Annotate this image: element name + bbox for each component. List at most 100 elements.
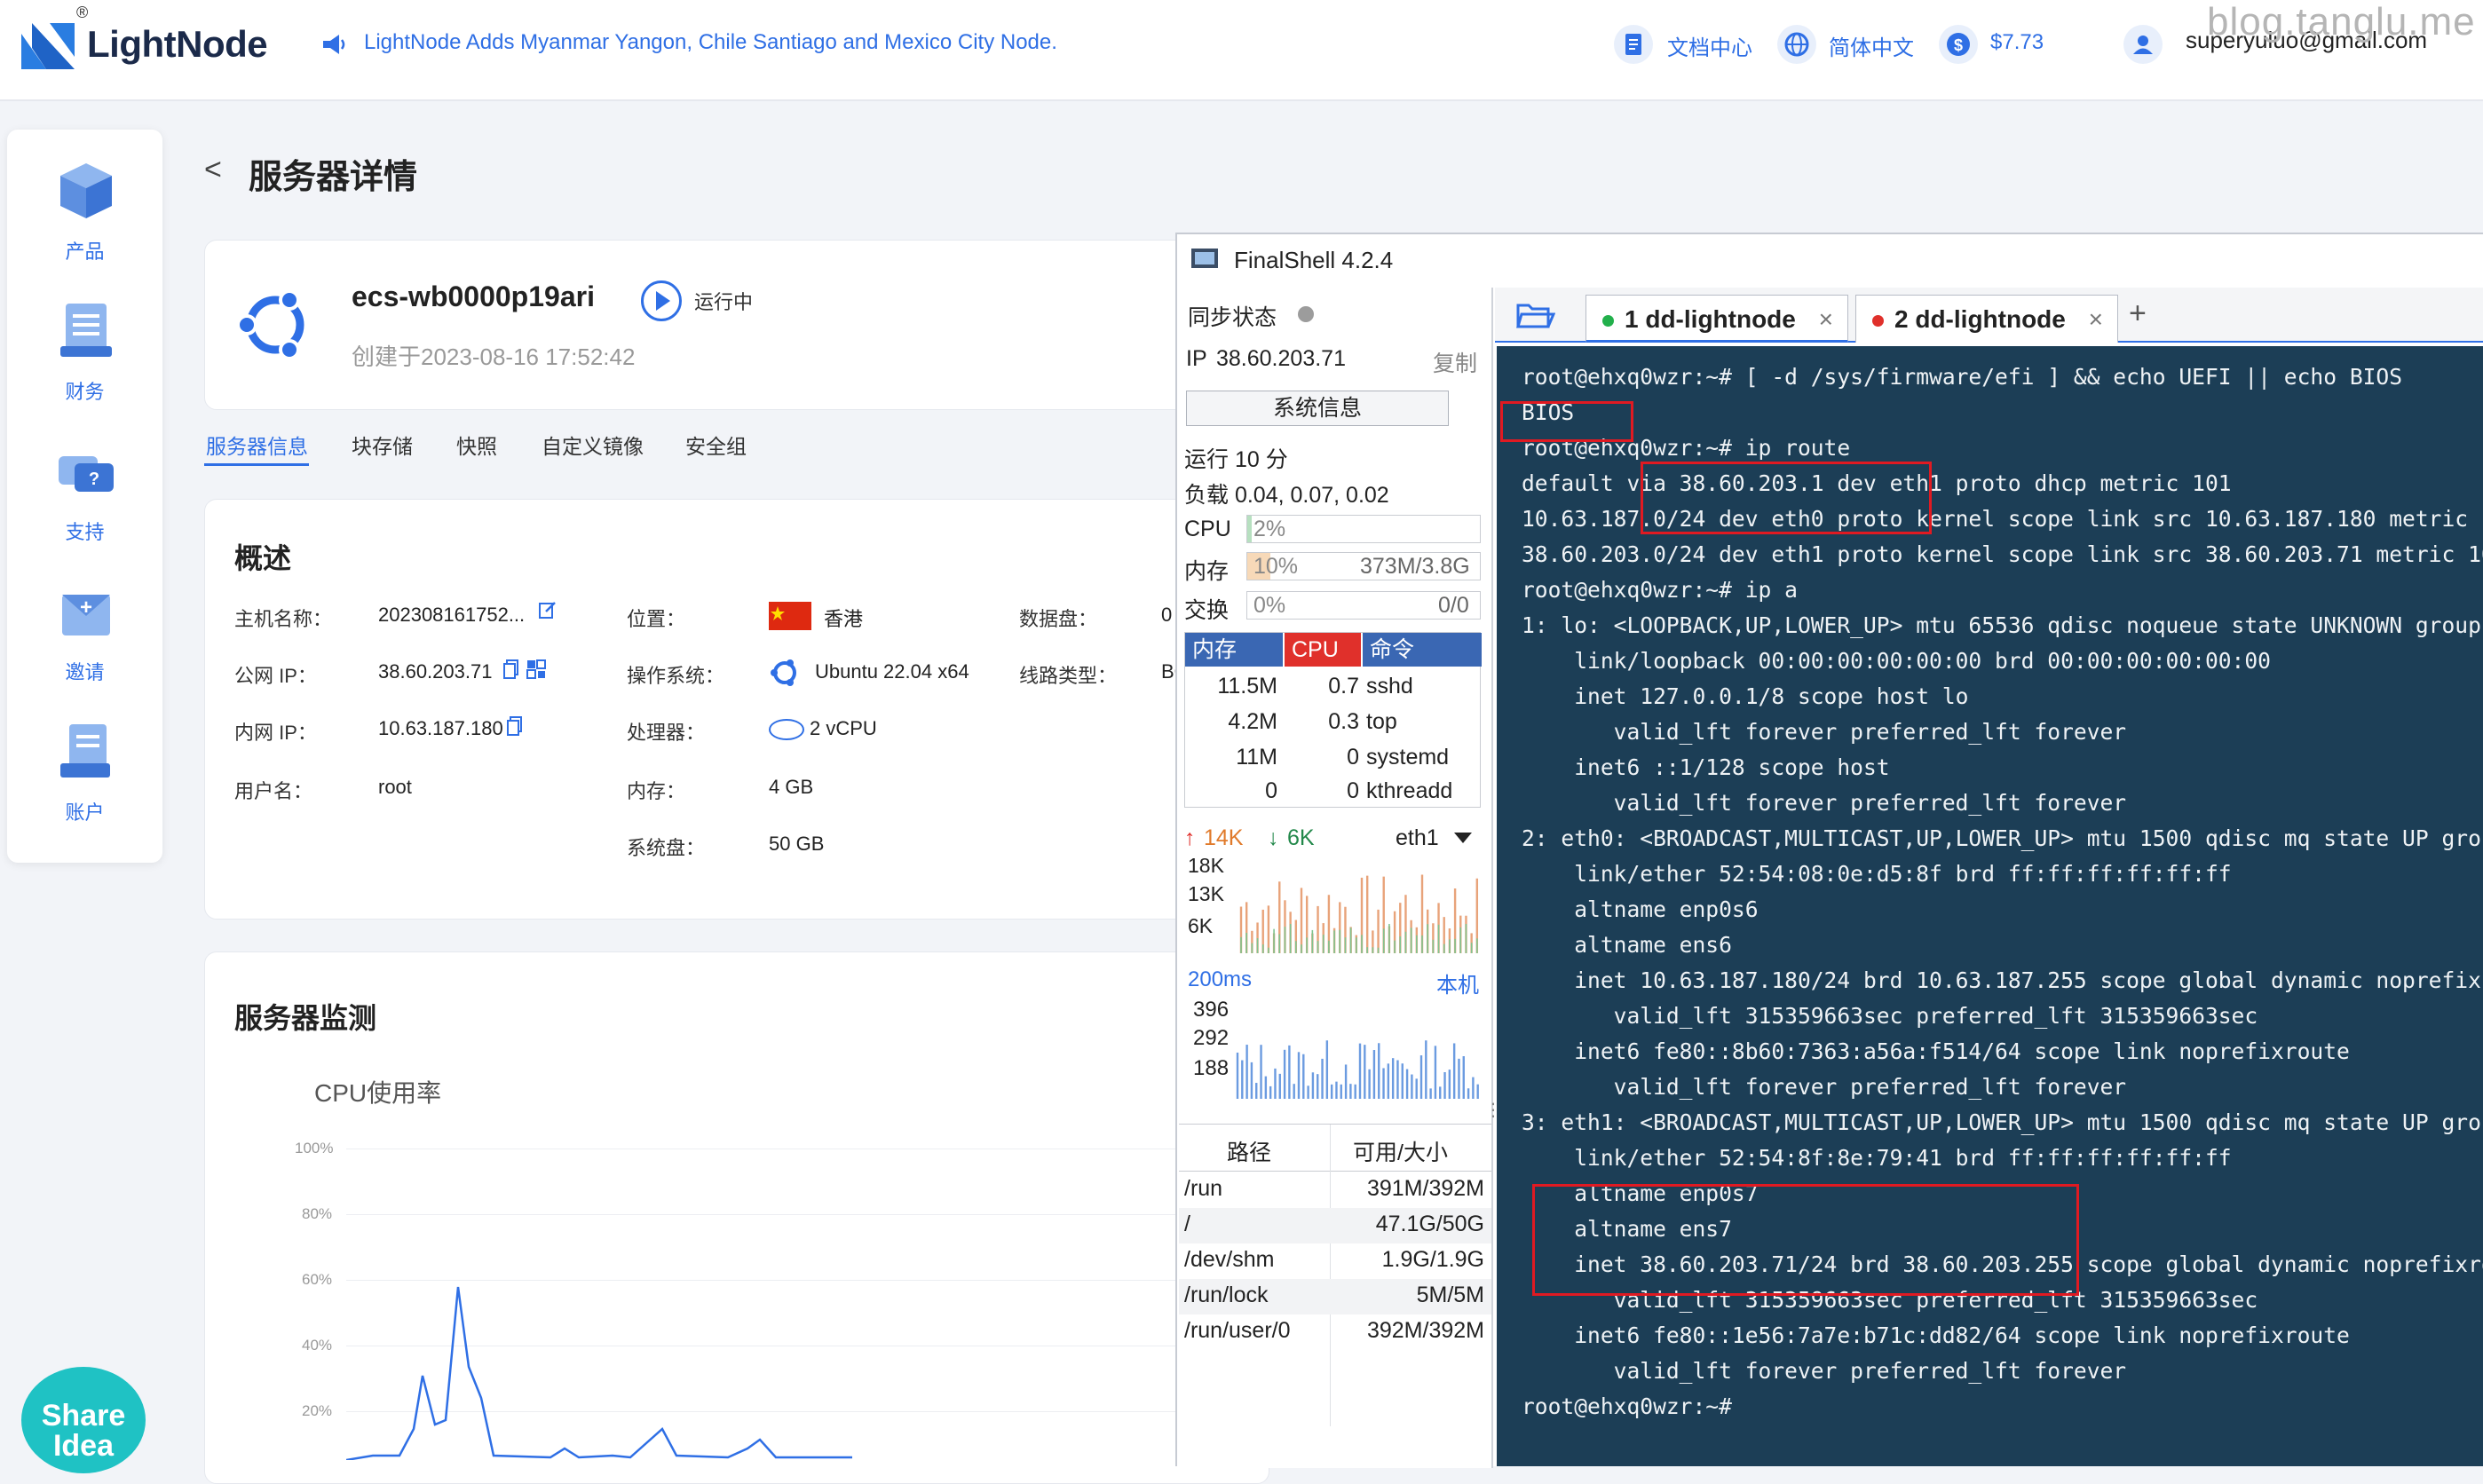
system-disk-label: 系统盘： (627, 837, 706, 859)
intel-icon (769, 719, 804, 740)
disk-size: 1.9G/1.9G (1381, 1247, 1484, 1272)
proc-cmd: top (1366, 709, 1397, 734)
proc-mem: 11M (1236, 745, 1277, 770)
tab-snapshot[interactable]: 快照 (456, 430, 497, 460)
proc-mem: 0 (1265, 778, 1277, 803)
terminal-tab-2[interactable]: 2 dd-lightnode × (1855, 295, 2118, 343)
sidebar-item-account[interactable]: 账户 (7, 717, 162, 850)
active-tab-indicator (204, 463, 309, 466)
ping-label: 200ms (1188, 967, 1253, 991)
cpu-percent: 2% (1253, 517, 1286, 541)
terminal-line: link/ether 52:54:8f:8e:79:41 brd ff:ff:f… (1522, 1145, 2232, 1171)
edit-icon[interactable] (538, 600, 557, 620)
sidebar-item-invite[interactable]: + 邀请 (7, 577, 162, 710)
tab-security-group[interactable]: 安全组 (685, 430, 747, 460)
terminal-line: link/ether 52:54:08:0e:d5:8f brd ff:ff:f… (1522, 861, 2232, 887)
net-interface-select[interactable]: eth1 (1396, 825, 1439, 851)
proc-cmd: systemd (1366, 745, 1450, 770)
sysinfo-label: 系统信息 (1272, 396, 1362, 421)
close-icon[interactable]: × (2089, 296, 2103, 343)
logo-text[interactable]: LightNode (87, 23, 268, 66)
ubuntu-logo-icon (236, 289, 304, 360)
share-idea-button[interactable]: Share Idea (21, 1367, 146, 1473)
connected-dot (1602, 315, 1614, 328)
disk-size: 392M/392M (1366, 1318, 1484, 1343)
tab-server-info[interactable]: 服务器信息 (206, 430, 308, 460)
disk-path: /run (1184, 1176, 1223, 1201)
terminal-line: valid_lft forever preferred_lft forever (1522, 719, 2127, 745)
memory-percent: 10% (1253, 554, 1299, 579)
balance[interactable]: $7.73 (1990, 30, 2044, 55)
disconnected-dot (1872, 315, 1884, 328)
disk-header-size[interactable]: 可用/大小 (1353, 1135, 1448, 1167)
cpu-chart-title: CPU使用率 (314, 1079, 442, 1107)
terminal-line: inet6 ::1/128 scope host (1522, 754, 1890, 780)
proc-header-mem[interactable]: 内存 (1185, 633, 1283, 667)
proc-cpu: 0 (1347, 745, 1359, 770)
play-icon[interactable] (641, 280, 682, 321)
swap-percent: 0% (1253, 593, 1286, 618)
proc-header-cmd[interactable]: 命令 (1363, 633, 1482, 667)
sidebar: 产品 财务 ? 支持 + 邀请 账户 (7, 130, 162, 863)
divider (1330, 1125, 1331, 1426)
server-card (204, 240, 1269, 410)
svg-text:+: + (80, 596, 92, 620)
user-avatar-icon[interactable] (2123, 25, 2163, 64)
tab-custom-image[interactable]: 自定义镜像 (542, 430, 644, 460)
proc-cmd: kthreadd (1366, 778, 1453, 803)
terminal-tab-1[interactable]: 1 dd-lightnode × (1585, 295, 1848, 343)
close-icon[interactable]: × (1819, 296, 1833, 343)
docs-icon[interactable] (1614, 25, 1653, 64)
copy-icon[interactable] (506, 715, 524, 737)
copy-ip-button[interactable]: 复制 (1433, 346, 1477, 378)
net-down-arrow-icon: ↓ (1268, 825, 1279, 850)
sidebar-item-product[interactable]: 产品 (7, 156, 162, 289)
add-tab-button[interactable]: + (2129, 296, 2147, 331)
back-button[interactable]: < (204, 153, 222, 187)
finalshell-title: FinalShell 4.2.4 (1234, 247, 1394, 273)
globe-icon[interactable] (1777, 25, 1816, 64)
status-badge: 运行中 (694, 291, 754, 313)
chevron-down-icon[interactable] (1454, 833, 1472, 845)
sidebar-item-label: 账户 (65, 801, 105, 824)
y-tick-label: 40% (302, 1337, 333, 1354)
proc-cpu: 0.3 (1328, 709, 1359, 734)
location-value: 香港 (824, 608, 864, 630)
ping-chart (1236, 1040, 1479, 1099)
sysinfo-button[interactable]: 系统信息 (1186, 391, 1449, 426)
lightnode-logo-icon[interactable] (20, 21, 76, 71)
proc-mem: 4.2M (1228, 709, 1277, 734)
svg-text:$: $ (1954, 36, 1963, 54)
ip-label: IP (1186, 346, 1207, 371)
qrcode-icon[interactable] (526, 659, 547, 680)
sidebar-item-label: 支持 (65, 521, 105, 543)
y-tick-label: 60% (302, 1271, 333, 1288)
proc-cmd: sshd (1366, 674, 1413, 699)
disk-size: 391M/392M (1366, 1176, 1484, 1201)
swap-value: 0/0 (1438, 593, 1469, 618)
net-tick: 18K (1188, 854, 1224, 877)
disk-size: 5M/5M (1416, 1283, 1484, 1307)
language-selector[interactable]: 简体中文 (1829, 30, 1914, 61)
private-ip-value: 10.63.187.180 (378, 717, 503, 739)
ping-target[interactable]: 本机 (1436, 967, 1479, 999)
terminal-line: root@ehxq0wzr:~# (1522, 1393, 1732, 1419)
memory-value: 4 GB (769, 776, 814, 798)
sidebar-item-support[interactable]: ? 支持 (7, 437, 162, 570)
sync-status-label: 同步状态 (1188, 305, 1277, 330)
folder-icon[interactable] (1516, 300, 1556, 332)
tab-block-storage[interactable]: 块存储 (352, 430, 413, 460)
announcement-link[interactable]: LightNode Adds Myanmar Yangon, Chile San… (364, 30, 1057, 55)
copy-icon[interactable] (502, 659, 520, 680)
dollar-icon[interactable]: $ (1939, 25, 1978, 64)
finalshell-app-icon (1191, 247, 1220, 272)
line-type-label: 线路类型： (1019, 665, 1118, 687)
username-label: 用户名： (234, 780, 313, 802)
proc-cpu: 0.7 (1328, 674, 1359, 699)
memory-value: 373M/3.8G (1360, 554, 1470, 579)
disk-header-path[interactable]: 路径 (1227, 1135, 1271, 1167)
sidebar-item-finance[interactable]: 财务 (7, 296, 162, 430)
docs-center-link[interactable]: 文档中心 (1667, 30, 1752, 61)
proc-header-cpu[interactable]: CPU (1285, 633, 1361, 667)
sidebar-item-label: 财务 (65, 381, 105, 403)
